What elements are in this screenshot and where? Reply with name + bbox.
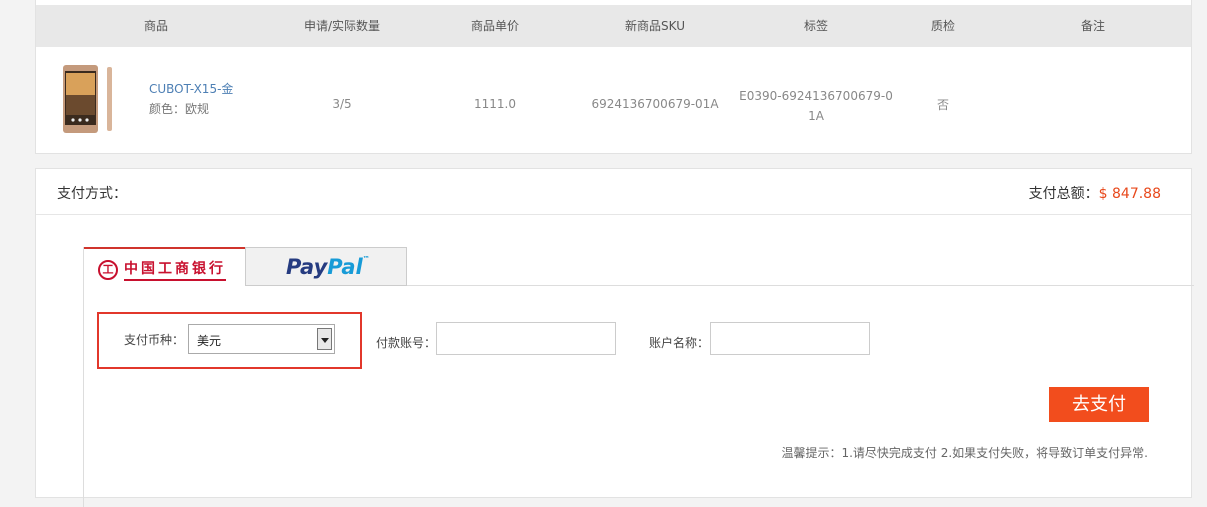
tab-icbc[interactable]: 工 中国工商银行 [84,247,245,287]
payment-total: 支付总额：$ 847.88 [1029,183,1161,203]
currency-select-value: 美元 [197,334,222,348]
go-pay-button[interactable]: 去支付 [1049,387,1149,422]
qc-cell: 否 [936,98,950,112]
tag-cell: E0390-6924136700679-01A [739,89,893,123]
product-name-link[interactable]: CUBOT-X15-金 [149,80,233,97]
account-name-input[interactable] [710,322,870,355]
col-tag: 标签 [803,19,829,33]
col-new-sku: 新商品SKU [625,19,685,33]
payment-form-area: 工 中国工商银行 PayPal™ [83,247,1194,507]
payment-header: 支付方式： 支付总额：$ 847.88 [36,169,1191,215]
account-name-label: 账户名称： [649,336,710,350]
order-items-panel: 商品 申请/实际数量 商品单价 新商品SKU 标签 质检 备注 CUBOT-X1… [35,0,1192,154]
col-quantity: 申请/实际数量 [303,19,381,33]
paypal-logo-pay: Pay [286,255,328,279]
payment-total-amount: $ 847.88 [1098,186,1161,202]
paypal-logo: PayPal™ [286,255,370,279]
new-sku-cell: 6924136700679-01A [591,97,719,111]
chevron-down-icon[interactable] [317,328,332,350]
col-qc: 质检 [930,19,956,33]
paypal-logo-pal: Pal [327,255,363,279]
account-label: 付款账号： [376,336,437,350]
payment-panel: 支付方式： 支付总额：$ 847.88 工 中国工商银行 PayPal™ 支付币… [35,168,1194,507]
payment-total-label: 支付总额： [1028,186,1099,202]
col-product: 商品 [143,19,169,33]
table-header: 商品 申请/实际数量 商品单价 新商品SKU 标签 质检 备注 [36,5,1191,47]
quantity-cell: 3/5 [332,97,352,111]
currency-label: 支付币种： [124,333,185,347]
unit-price-cell: 1111.0 [474,97,516,111]
col-remark: 备注 [1080,19,1106,33]
product-image[interactable] [61,63,116,135]
account-number-input[interactable] [436,322,616,355]
currency-select[interactable]: 美元 [188,324,335,354]
col-unit-price: 商品单价 [470,19,520,33]
tab-paypal[interactable]: PayPal™ [245,247,407,286]
product-color: 颜色：欧规 [149,102,210,116]
icbc-logo-icon: 工 [98,260,118,280]
payment-method-label: 支付方式： [57,186,127,202]
icbc-tab-label: 中国工商银行 [124,258,226,281]
payment-tip: 温馨提示：1.请尽快完成支付 2.如果支付失败，将导致订单支付异常. [781,446,1148,460]
